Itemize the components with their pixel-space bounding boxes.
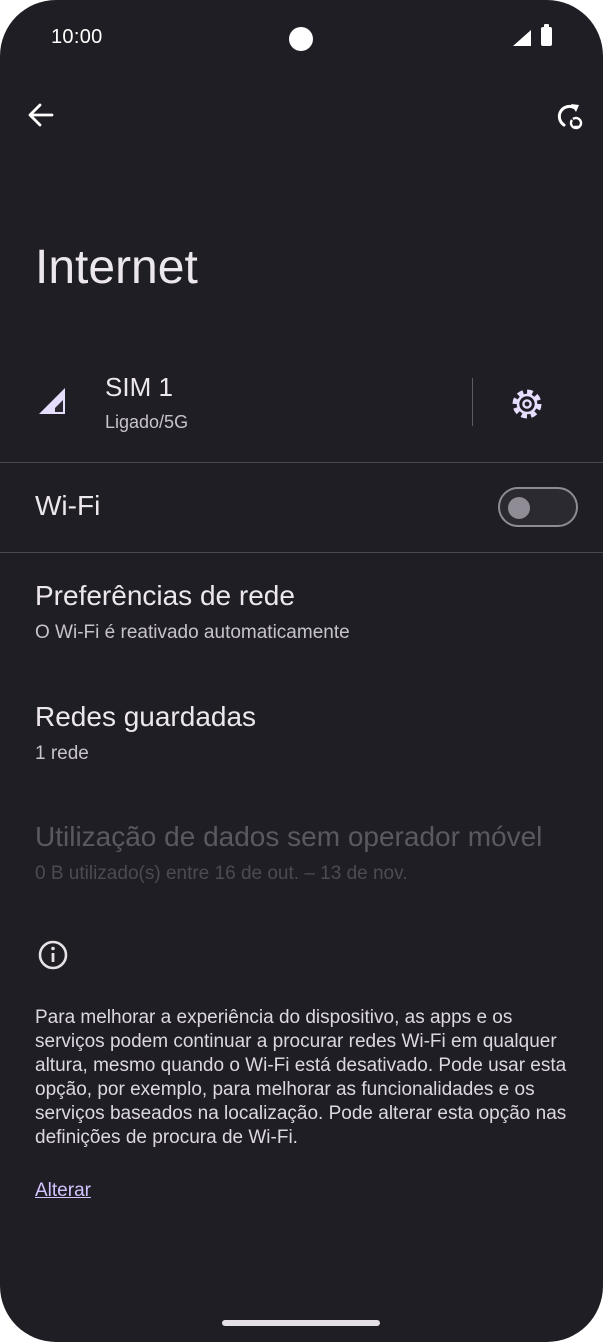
sim-row[interactable]: SIM 1 Ligado/5G: [0, 362, 603, 462]
battery-icon: [541, 24, 552, 46]
list-item-subtitle: O Wi-Fi é reativado automaticamente: [35, 622, 350, 643]
status-bar: 10:00: [0, 0, 603, 76]
wifi-row[interactable]: Wi-Fi: [0, 464, 603, 552]
signal-icon: [39, 388, 65, 414]
page-title: Internet: [35, 241, 198, 294]
network-preferences-item[interactable]: Preferências de rede O Wi-Fi é reativado…: [0, 580, 603, 680]
camera-cutout: [289, 27, 313, 51]
phone-screen: 10:00 Internet SIM 1 Ligado/5G Wi-Fi Pre…: [0, 0, 603, 1342]
arrow-back-icon: [28, 103, 54, 127]
vertical-divider: [472, 378, 473, 426]
list-item-subtitle: 0 B utilizado(s) entre 16 de out. – 13 d…: [35, 863, 408, 884]
wifi-label: Wi-Fi: [35, 490, 101, 521]
divider: [0, 462, 603, 463]
sim-settings-button[interactable]: [505, 382, 549, 426]
refresh-button[interactable]: [550, 98, 586, 134]
list-item-title: Utilização de dados sem operador móvel: [35, 821, 543, 852]
saved-networks-item[interactable]: Redes guardadas 1 rede: [0, 701, 603, 801]
wifi-toggle[interactable]: [498, 487, 578, 527]
sim-name: SIM 1: [105, 372, 173, 402]
navigation-handle[interactable]: [222, 1320, 380, 1326]
status-time: 10:00: [51, 26, 103, 48]
list-item-subtitle: 1 rede: [35, 743, 89, 764]
sim-status: Ligado/5G: [105, 412, 189, 432]
wifi-scanning-info-text: Para melhorar a experiência do dispositi…: [35, 1007, 567, 1148]
list-item-title: Redes guardadas: [35, 701, 257, 732]
wifi-toggle-thumb: [508, 497, 530, 519]
list-item-title: Preferências de rede: [35, 580, 295, 611]
cell-signal-icon: [513, 30, 531, 46]
back-button[interactable]: [24, 98, 58, 132]
refresh-icon: [557, 104, 583, 130]
gear-icon: [512, 389, 542, 419]
divider: [0, 552, 603, 553]
change-link[interactable]: Alterar: [35, 1180, 91, 1202]
info-icon: [38, 940, 68, 970]
non-carrier-data-usage-item: Utilização de dados sem operador móvel 0…: [0, 821, 603, 921]
